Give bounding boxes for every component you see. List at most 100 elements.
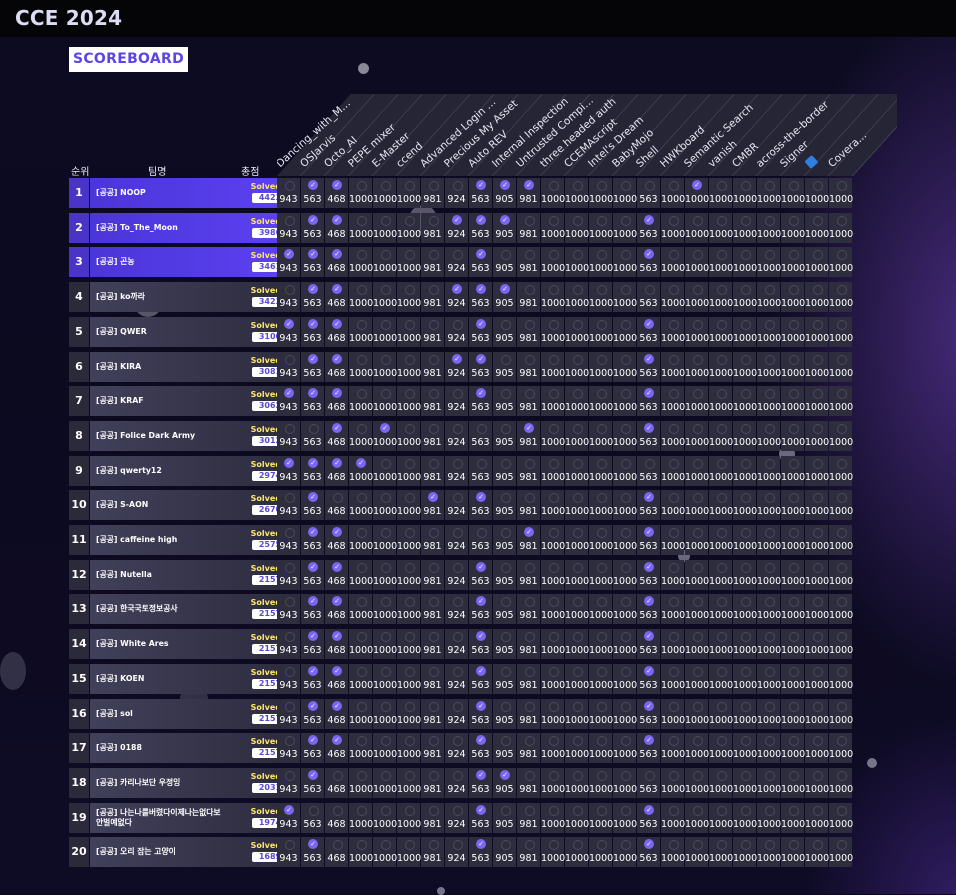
challenge-cell[interactable]: 943 [277,663,300,694]
challenge-cell[interactable]: 1000 [757,316,781,347]
challenge-cell[interactable]: 981 [421,594,444,625]
challenge-cell[interactable]: ✓ 563 [469,837,492,868]
challenge-cell[interactable]: ✓ 563 [469,316,492,347]
challenge-cell[interactable]: 1000 [829,490,853,521]
challenge-cell[interactable]: 1000 [661,767,685,798]
challenge-cell[interactable]: 1000 [757,490,781,521]
challenge-header[interactable]: Covera... [826,94,897,176]
challenge-header[interactable]: three headed auth [538,94,641,176]
challenge-cell[interactable]: 563 [637,455,660,486]
challenge-cell[interactable]: 924 [445,802,468,833]
challenge-cell[interactable]: 1000 [565,837,589,868]
challenge-cell[interactable]: 1000 [613,802,637,833]
challenge-cell[interactable]: 1000 [349,386,373,417]
challenge-cell[interactable]: 1000 [613,351,637,382]
challenge-cell[interactable]: 1000 [661,178,685,208]
challenge-cell[interactable]: 905 [493,420,516,451]
challenge-cell[interactable]: 1000 [589,663,613,694]
challenge-cell[interactable]: 1000 [685,698,709,729]
challenge-cell[interactable]: 1000 [757,455,781,486]
challenge-cell[interactable]: 981 [421,629,444,660]
challenge-cell[interactable]: ✓ 563 [637,316,660,347]
challenge-cell[interactable]: 1000 [397,767,421,798]
challenge-cell[interactable]: 1000 [661,733,685,764]
challenge-cell[interactable]: 1000 [709,663,733,694]
challenge-cell[interactable]: 1000 [781,178,805,208]
challenge-cell[interactable]: 1000 [829,663,853,694]
challenge-cell[interactable]: 1000 [733,559,757,590]
challenge-cell[interactable]: ✓ 905 [493,178,516,208]
challenge-cell[interactable]: 1000 [397,663,421,694]
challenge-cell[interactable]: 981 [517,316,540,347]
challenge-cell[interactable]: 1000 [613,559,637,590]
challenge-header[interactable]: OSJarvis [298,94,401,176]
challenge-header[interactable]: Intel's Dream [586,94,689,176]
challenge-cell[interactable]: ✓ 563 [301,698,324,729]
challenge-cell[interactable]: 1000 [373,490,397,521]
challenge-cell[interactable]: 1000 [397,316,421,347]
challenge-header[interactable]: Precious My Asset [442,94,545,176]
challenge-cell[interactable]: 1000 [829,594,853,625]
challenge-cell[interactable]: 905 [493,733,516,764]
challenge-cell[interactable]: 1000 [541,698,565,729]
challenge-cell[interactable]: 1000 [565,767,589,798]
challenge-cell[interactable]: ✓ 468 [325,316,348,347]
challenge-cell[interactable]: 905 [493,525,516,555]
table-row[interactable]: 14[공공] White AresSolved 42157943✓563✓468… [69,629,853,660]
table-row[interactable]: 6[공공] KIRASolved 53081943✓563✓4681000100… [69,351,853,382]
challenge-cell[interactable]: 1000 [373,525,397,555]
challenge-cell[interactable]: 1000 [829,559,853,590]
team-name-cell[interactable]: [공공] White AresSolved 42157 [90,629,289,660]
challenge-cell[interactable]: 981 [517,386,540,417]
challenge-cell[interactable]: 1000 [757,212,781,243]
challenge-cell[interactable]: 1000 [733,386,757,417]
challenge-cell[interactable]: 1000 [541,837,565,868]
challenge-cell[interactable]: 1000 [373,212,397,243]
challenge-cell[interactable]: 1000 [685,490,709,521]
challenge-cell[interactable]: 1000 [733,733,757,764]
challenge-cell[interactable]: 905 [493,455,516,486]
challenge-cell[interactable]: 1000 [829,837,853,868]
challenge-cell[interactable]: 1000 [541,733,565,764]
challenge-cell[interactable]: 1000 [541,386,565,417]
challenge-cell[interactable]: 981 [517,663,540,694]
table-row[interactable]: 15[공공] KOENSolved 42157943✓563✓468100010… [69,663,853,694]
challenge-cell[interactable]: 1000 [349,212,373,243]
challenge-cell[interactable]: 943 [277,212,300,243]
challenge-header[interactable]: CMBR [730,94,833,176]
challenge-cell[interactable]: 981 [421,316,444,347]
challenge-cell[interactable]: 1000 [397,837,421,868]
challenge-cell[interactable]: ✓ 563 [637,629,660,660]
challenge-cell[interactable]: 1000 [685,247,709,278]
challenge-cell[interactable]: 1000 [781,386,805,417]
challenge-cell[interactable]: 1000 [829,420,853,451]
challenge-cell[interactable]: 1000 [661,420,685,451]
challenge-cell[interactable]: 1000 [829,629,853,660]
challenge-cell[interactable]: 905 [493,837,516,868]
challenge-cell[interactable]: 924 [445,386,468,417]
challenge-header[interactable]: Octo_AI [322,94,425,176]
challenge-cell[interactable]: 1000 [565,247,589,278]
challenge-cell[interactable]: 943 [277,351,300,382]
challenge-cell[interactable]: 1000 [661,802,685,833]
challenge-cell[interactable]: ✓ 563 [637,837,660,868]
challenge-cell[interactable]: 924 [445,178,468,208]
challenge-cell[interactable]: 1000 [709,767,733,798]
challenge-cell[interactable]: 1000 [397,351,421,382]
challenge-cell[interactable]: ✓ 981 [517,420,540,451]
challenge-cell[interactable]: 1000 [709,247,733,278]
challenge-cell[interactable]: 905 [493,247,516,278]
challenge-cell[interactable]: 1000 [613,386,637,417]
challenge-cell[interactable]: 1000 [781,698,805,729]
challenge-cell[interactable]: ✓ 981 [517,525,540,555]
challenge-cell[interactable]: 981 [517,698,540,729]
challenge-cell[interactable]: 1000 [397,629,421,660]
challenge-cell[interactable]: 981 [421,455,444,486]
challenge-cell[interactable]: ✓ 468 [325,212,348,243]
challenge-cell[interactable]: 1000 [565,212,589,243]
challenge-cell[interactable]: 1000 [541,663,565,694]
team-name-cell[interactable]: [공공] KOENSolved 42157 [90,663,289,694]
challenge-cell[interactable]: 1000 [541,490,565,521]
challenge-cell[interactable]: ✓ 468 [325,351,348,382]
challenge-cell[interactable]: 1000 [709,178,733,208]
